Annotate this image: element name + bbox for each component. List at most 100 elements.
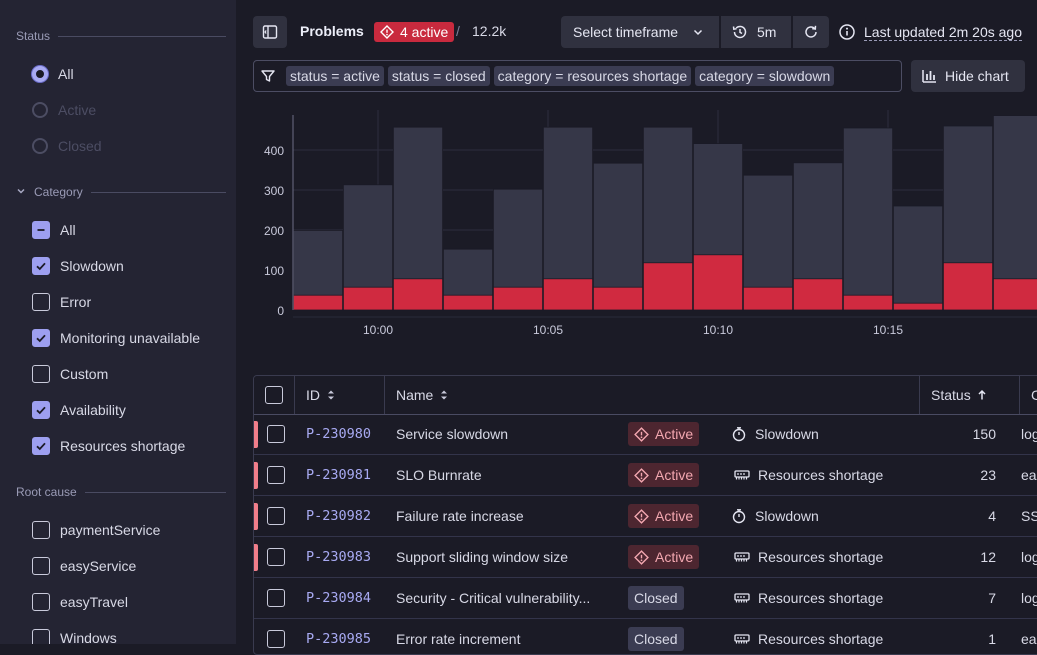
option-label: All bbox=[58, 66, 74, 82]
bar-chart-icon bbox=[922, 70, 936, 83]
category-cell: Resources shortage bbox=[734, 619, 884, 654]
row-checkbox[interactable] bbox=[267, 466, 285, 484]
checkbox[interactable] bbox=[32, 221, 50, 239]
row-select-cell bbox=[267, 537, 285, 577]
status-label: Closed bbox=[634, 631, 678, 647]
root-cause-option-paymentservice[interactable]: paymentService bbox=[32, 520, 160, 540]
checkbox[interactable] bbox=[32, 329, 50, 347]
filter-query-field[interactable]: status = active status = closed category… bbox=[253, 60, 902, 92]
status-badge: Active bbox=[628, 545, 700, 569]
refresh-interval-select[interactable]: 5m bbox=[721, 16, 791, 48]
divider bbox=[90, 191, 226, 193]
problem-id-link[interactable]: P-230983 bbox=[306, 549, 371, 565]
timeframe-select[interactable]: Select timeframe bbox=[561, 16, 719, 48]
info-icon[interactable] bbox=[838, 23, 856, 41]
checkbox[interactable] bbox=[32, 629, 50, 644]
divider bbox=[58, 35, 226, 37]
column-header-status[interactable]: Status bbox=[920, 376, 1020, 414]
filter-chip[interactable]: category = resources shortage bbox=[493, 66, 692, 86]
checkbox[interactable] bbox=[32, 593, 50, 611]
chevron-down-icon bbox=[694, 29, 703, 36]
category-option-error[interactable]: Error bbox=[32, 292, 91, 312]
problem-id-link[interactable]: P-230985 bbox=[306, 631, 371, 647]
affected-count: 4 bbox=[988, 508, 996, 524]
category-cell: Resources shortage bbox=[734, 455, 883, 495]
problem-id-link[interactable]: P-230984 bbox=[306, 590, 371, 606]
category-option-monitoring-unavailable[interactable]: Monitoring unavailable bbox=[32, 328, 200, 348]
category-option-resources-shortage[interactable]: Resources shortage bbox=[32, 436, 185, 456]
column-header-c[interactable]: C bbox=[1020, 376, 1037, 414]
row-checkbox[interactable] bbox=[267, 425, 285, 443]
category-label: Resources shortage bbox=[758, 631, 884, 647]
category-option-custom[interactable]: Custom bbox=[32, 364, 108, 384]
active-row-marker bbox=[254, 462, 258, 489]
option-label: easyService bbox=[60, 558, 137, 574]
problem-id-link[interactable]: P-230981 bbox=[306, 467, 371, 483]
active-row-marker bbox=[254, 421, 258, 448]
status-option-all[interactable]: All bbox=[32, 64, 74, 84]
bar-total bbox=[893, 205, 944, 311]
hide-chart-button[interactable]: Hide chart bbox=[911, 60, 1025, 92]
row-checkbox[interactable] bbox=[267, 507, 285, 525]
table-row[interactable]: P-230983 Support sliding window size Activ… bbox=[254, 537, 1037, 578]
problem-name: Support sliding window size bbox=[396, 549, 568, 565]
page-title: Problems bbox=[300, 23, 364, 39]
category-section-heading[interactable]: Category bbox=[16, 184, 226, 200]
table-row[interactable]: P-230982 Failure rate increase Active Slowd… bbox=[254, 496, 1037, 537]
table-row[interactable]: P-230985 Error rate increment Closed Resour… bbox=[254, 619, 1037, 654]
x-tick-label: 10:00 bbox=[363, 323, 393, 337]
table-row[interactable]: P-230984 Security - Critical vulnerabilit… bbox=[254, 578, 1037, 619]
status-badge: Closed bbox=[628, 586, 684, 610]
category-option-slowdown[interactable]: Slowdown bbox=[32, 256, 124, 276]
active-count-badge: 4 active bbox=[374, 22, 455, 42]
table-header: ID Name Status C bbox=[254, 376, 1037, 415]
table-row[interactable]: P-230980 Service slowdown Active Slowdown 15… bbox=[254, 414, 1037, 455]
refresh-button[interactable] bbox=[793, 16, 829, 48]
category-cell: Resources shortage bbox=[734, 578, 883, 618]
toggle-sidebar-button[interactable] bbox=[253, 16, 287, 48]
checkbox[interactable] bbox=[32, 437, 50, 455]
problem-name: Failure rate increase bbox=[396, 508, 524, 524]
row-checkbox[interactable] bbox=[267, 630, 285, 648]
problem-id-link[interactable]: P-230980 bbox=[306, 426, 371, 442]
row-checkbox[interactable] bbox=[267, 548, 285, 566]
option-label: Error bbox=[60, 294, 92, 310]
checkbox[interactable] bbox=[32, 257, 50, 275]
category-option-availability[interactable]: Availability bbox=[32, 400, 126, 420]
checkbox[interactable] bbox=[32, 401, 50, 419]
problem-id-link[interactable]: P-230982 bbox=[306, 508, 371, 524]
category-label: Slowdown bbox=[755, 508, 819, 524]
problem-name: Error rate increment bbox=[396, 631, 521, 647]
checkbox[interactable] bbox=[32, 293, 50, 311]
bar-active bbox=[442, 294, 493, 311]
checkbox[interactable] bbox=[32, 365, 50, 383]
category-label: Resources shortage bbox=[758, 467, 884, 483]
x-tick-label: 10:15 bbox=[873, 323, 903, 337]
checkbox[interactable] bbox=[32, 557, 50, 575]
row-checkbox[interactable] bbox=[267, 589, 285, 607]
checkbox[interactable] bbox=[32, 521, 50, 539]
problem-diamond-icon bbox=[634, 467, 649, 483]
filter-chip[interactable]: status = closed bbox=[387, 66, 490, 86]
timeframe-label: Select timeframe bbox=[573, 24, 679, 40]
refresh-icon bbox=[805, 25, 817, 38]
problem-diamond-icon bbox=[634, 426, 649, 442]
radio-button[interactable] bbox=[32, 66, 48, 82]
bar-active bbox=[943, 262, 994, 311]
select-all-checkbox[interactable] bbox=[265, 386, 283, 404]
table-row[interactable]: P-230981 SLO Burnrate Active Resources shor… bbox=[254, 455, 1037, 496]
last-updated-label[interactable]: Last updated 2m 20s ago bbox=[864, 24, 1023, 41]
chevron-down-icon[interactable] bbox=[16, 186, 28, 199]
active-row-marker bbox=[254, 544, 258, 571]
problem-diamond-icon bbox=[380, 25, 394, 39]
category-option-all[interactable]: All bbox=[32, 220, 76, 240]
column-header-id[interactable]: ID bbox=[295, 376, 385, 414]
filter-chip[interactable]: status = active bbox=[286, 66, 384, 86]
root-cause-option-easyservice[interactable]: easyService bbox=[32, 556, 136, 576]
root-cause-option-windows[interactable]: Windows bbox=[32, 628, 117, 644]
root-cause-cell: eas bbox=[1021, 631, 1037, 647]
filter-chip[interactable]: category = slowdown bbox=[695, 66, 835, 86]
category-label: Slowdown bbox=[755, 426, 819, 442]
column-header-name[interactable]: Name bbox=[385, 376, 920, 414]
root-cause-option-easytravel[interactable]: easyTravel bbox=[32, 592, 128, 612]
